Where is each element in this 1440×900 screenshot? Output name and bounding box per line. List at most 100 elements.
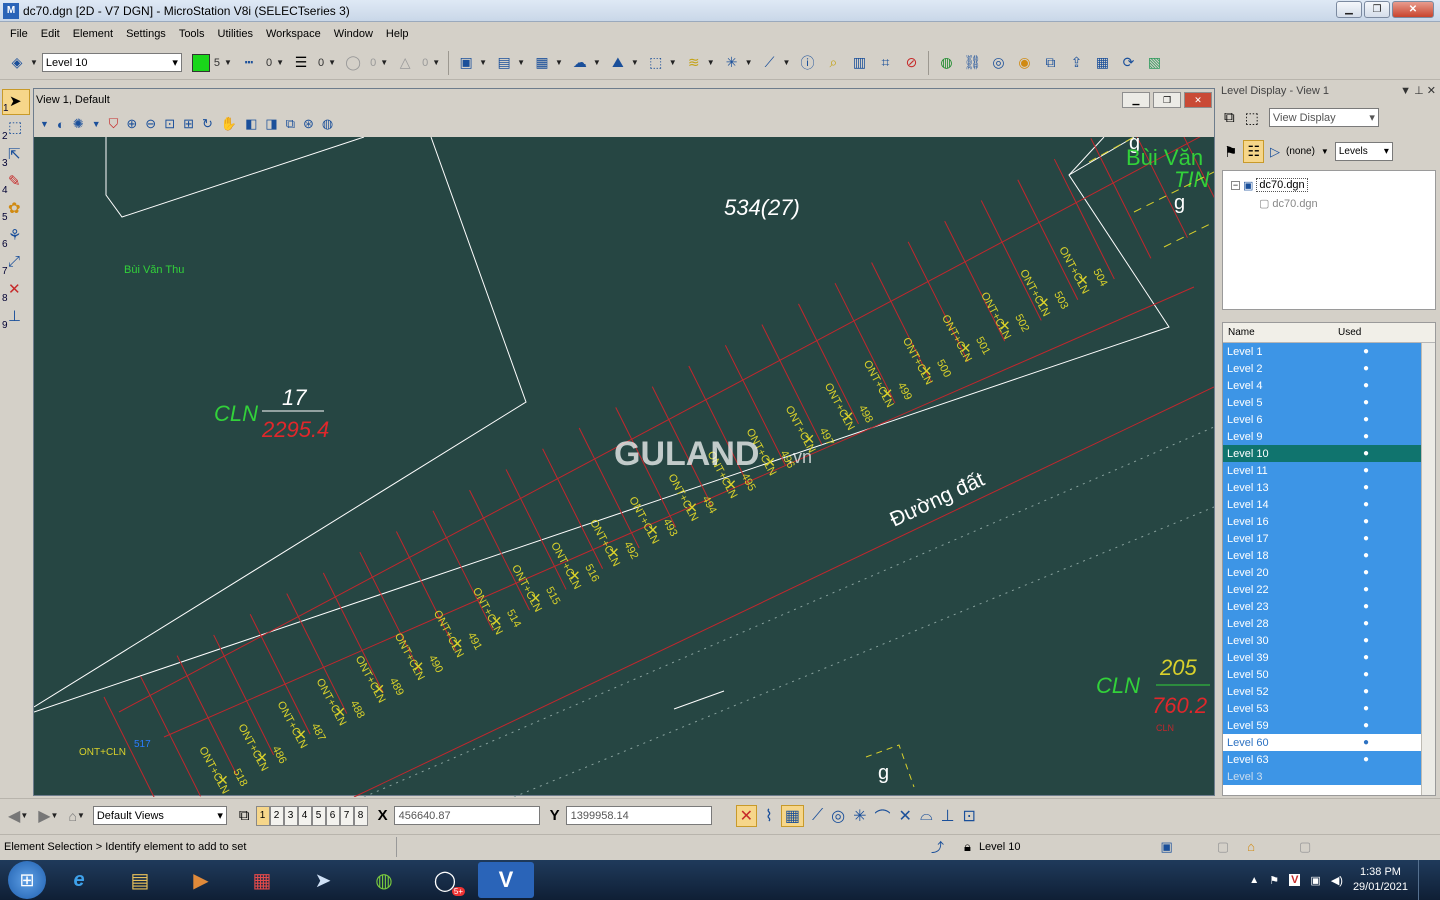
level-row[interactable]: Level 10 ● <box>1223 445 1421 462</box>
view-2-button[interactable]: 2 <box>269 805 284 826</box>
chevron-down-icon[interactable]: ▼ <box>1321 147 1329 156</box>
raster-icon[interactable]: ⛰ <box>607 52 629 74</box>
keypoint-snap-icon[interactable]: ⌇ <box>765 806 773 826</box>
select-tool[interactable]: ➤ 1 <box>2 89 30 115</box>
scale-tool[interactable]: ⤢ 7 <box>2 251 30 277</box>
groups-tool[interactable]: ✿ 5 <box>2 197 30 223</box>
chevron-down-icon[interactable]: ▼ <box>432 58 440 67</box>
level-row[interactable]: Level 6 ● <box>1223 411 1421 428</box>
level-row[interactable]: Level 14 ● <box>1223 496 1421 513</box>
perpendicular-snap-icon[interactable]: ⊥ <box>941 806 955 826</box>
display-style-icon[interactable]: ✺ <box>73 116 84 132</box>
level-row[interactable]: Level 13 ● <box>1223 479 1421 496</box>
volume-icon[interactable]: ◀) <box>1331 874 1343 887</box>
zoom-out-icon[interactable]: ⊖ <box>145 116 156 132</box>
x-coordinate-field[interactable]: 456640.87 <box>393 806 540 825</box>
drop-tool[interactable]: ⚘ 6 <box>2 224 30 250</box>
link-icon[interactable]: ⛓ <box>961 52 983 74</box>
shapes-icon[interactable]: ☁ <box>569 52 591 74</box>
intersection-snap-icon[interactable]: ✕ <box>899 806 912 826</box>
media-player-icon[interactable]: ▶ <box>173 862 229 898</box>
view-3-button[interactable]: 3 <box>283 805 298 826</box>
snap-icon[interactable]: ✳ <box>721 52 743 74</box>
microstation-taskbar-icon[interactable]: V <box>478 862 534 898</box>
document-icon[interactable]: ▤ <box>493 52 515 74</box>
reference-icon[interactable]: ⬚ <box>645 52 667 74</box>
level-row[interactable]: Level 28 ● <box>1223 615 1421 632</box>
grid-snap-icon[interactable]: ▦ <box>780 804 804 827</box>
globe-icon[interactable]: ◍ <box>935 52 957 74</box>
chevron-down-icon[interactable]: ▼ <box>380 58 388 67</box>
level-row[interactable]: Level 2 ● <box>1223 360 1421 377</box>
home-icon[interactable]: ⌂ <box>1247 839 1255 854</box>
bisector-snap-icon[interactable]: ⊡ <box>963 806 976 826</box>
message-center-icon[interactable]: ▢ <box>1299 839 1311 855</box>
start-button[interactable]: ⊞ <box>8 861 46 899</box>
doc-status-icon[interactable]: ▢ <box>1217 839 1229 855</box>
chevron-down-icon[interactable]: ▼ <box>30 58 38 67</box>
server-icon[interactable]: ▦ <box>1091 52 1113 74</box>
internet-explorer-icon[interactable]: e <box>51 862 107 898</box>
cube-icon[interactable]: ▣ <box>455 52 477 74</box>
tree-child[interactable]: ▢ dc70.dgn <box>1259 197 1318 210</box>
level-row[interactable]: Level 18 ● <box>1223 547 1421 564</box>
window-area-icon[interactable]: ⊡ <box>164 116 175 132</box>
fence-tool[interactable]: ⬚ 2 <box>2 116 30 142</box>
measure-icon[interactable]: ⟋ <box>759 52 781 74</box>
copy-icon[interactable]: ⧉ <box>1224 109 1235 126</box>
chevron-down-icon[interactable]: ▼ <box>669 58 677 67</box>
file-explorer-icon[interactable]: ▤ <box>112 862 168 898</box>
view-previous-icon[interactable]: ◧ <box>245 116 257 132</box>
level-row[interactable]: Level 30 ● <box>1223 632 1421 649</box>
info-icon[interactable]: ⓘ <box>796 52 818 74</box>
tree-view-icon[interactable]: ☷ <box>1243 140 1265 163</box>
level-row[interactable]: Level 1 ● <box>1223 343 1421 360</box>
chevron-down-icon[interactable]: ▼ <box>1400 85 1411 97</box>
back-icon[interactable]: ◀ <box>8 806 20 826</box>
tangent-snap-icon[interactable]: ⌒ <box>875 804 891 828</box>
snap-status-icon[interactable]: ⤴ <box>931 837 944 856</box>
chevron-down-icon[interactable]: ▼ <box>631 58 639 67</box>
view-close-button[interactable]: ✕ <box>1184 92 1212 108</box>
level-row[interactable]: Level 11 ● <box>1223 462 1421 479</box>
view-display-combo[interactable]: View Display ▾ <box>1268 108 1379 127</box>
priority-icon[interactable]: △ <box>394 52 416 74</box>
pin-icon[interactable]: ◉ <box>1013 52 1035 74</box>
snap-mode-icon[interactable]: ✕ <box>735 804 758 827</box>
level-row[interactable]: Level 60 ● <box>1223 734 1421 751</box>
menu-window[interactable]: Window <box>334 28 373 40</box>
pan-view-icon[interactable]: ✋ <box>221 116 237 132</box>
saved-view-icon[interactable]: ⌂ <box>68 808 76 824</box>
close-button[interactable]: ✕ <box>1392 1 1434 18</box>
clock[interactable]: 1:38 PM 29/01/2021 <box>1353 865 1408 895</box>
nearest-snap-icon[interactable]: ⟋ <box>812 807 823 825</box>
origin-snap-icon[interactable]: ✳ <box>853 806 866 826</box>
minimize-button[interactable]: ▁ <box>1336 1 1362 18</box>
level-row[interactable]: Level 52 ● <box>1223 683 1421 700</box>
find-icon[interactable]: ⌕ <box>822 52 844 74</box>
clip-volume-icon[interactable]: ◍ <box>322 116 333 132</box>
arc-snap-icon[interactable]: ⌓ <box>920 807 933 825</box>
level-row[interactable]: Level 17 ● <box>1223 530 1421 547</box>
forward-icon[interactable]: ▶ <box>38 806 50 826</box>
fence-icon[interactable]: ⌗ <box>874 52 896 74</box>
collapse-icon[interactable]: − <box>1231 180 1240 190</box>
menu-element[interactable]: Element <box>73 28 113 40</box>
level-list-scrollbar[interactable] <box>1421 343 1435 795</box>
chevron-down-icon[interactable]: ▼ <box>92 119 101 129</box>
map-icon[interactable]: ▧ <box>1143 52 1165 74</box>
table-icon[interactable]: ▦ <box>531 52 553 74</box>
close-icon[interactable]: ✕ <box>1427 85 1436 97</box>
delete-icon[interactable]: ⊘ <box>900 52 922 74</box>
view-minimize-button[interactable]: ▁ <box>1122 92 1150 108</box>
chevron-down-icon[interactable]: ▼ <box>555 58 563 67</box>
select-icon[interactable]: ⬚ <box>1245 109 1259 127</box>
chevron-down-icon[interactable]: ▼ <box>40 119 49 129</box>
layers-icon[interactable]: ≋ <box>683 52 705 74</box>
level-row[interactable]: Level 23 ● <box>1223 598 1421 615</box>
color-swatch[interactable] <box>191 53 210 72</box>
menu-workspace[interactable]: Workspace <box>266 28 321 40</box>
menu-file[interactable]: File <box>10 28 28 40</box>
show-desktop-button[interactable] <box>1418 860 1430 900</box>
select-by-icon[interactable]: ▥ <box>848 52 870 74</box>
